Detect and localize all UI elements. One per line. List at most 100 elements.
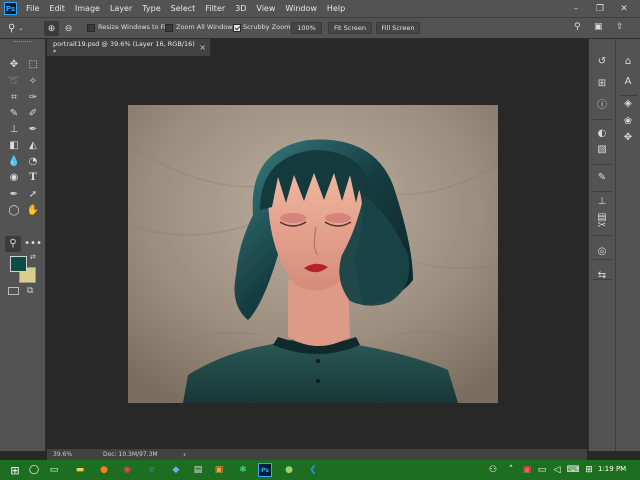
app-icon-4[interactable]: ✱: [236, 463, 250, 477]
menu-select[interactable]: Select: [166, 4, 201, 13]
info-panel-icon[interactable]: ⓘ: [594, 95, 610, 111]
close-tab-icon[interactable]: ×: [199, 43, 206, 52]
menu-type[interactable]: Type: [137, 4, 165, 13]
color-panel-icon[interactable]: ◐: [594, 125, 610, 141]
share-icon[interactable]: ⇪: [616, 22, 624, 32]
document-tab-title: portrait19.psd @ 39.6% (Layer 16, RGB/16…: [53, 39, 195, 56]
fill-screen-button[interactable]: Fill Screen: [376, 22, 420, 34]
tray-expand-icon[interactable]: ˄: [504, 463, 518, 477]
swatches-panel-icon[interactable]: ◎: [594, 243, 610, 259]
menu-view[interactable]: View: [251, 4, 280, 13]
pen-tool-icon[interactable]: ◉: [6, 170, 22, 186]
adjustments-panel-icon[interactable]: ▧: [594, 141, 610, 157]
firefox-icon[interactable]: ●: [97, 463, 111, 477]
blur-tool-icon[interactable]: 💧: [6, 154, 22, 170]
eyedropper-icon[interactable]: ✑: [25, 90, 41, 106]
app-icon-3[interactable]: ▣: [212, 463, 226, 477]
menu-3d[interactable]: 3D: [230, 4, 251, 13]
crop-tool-icon[interactable]: ⌗: [6, 90, 22, 106]
menu-edit[interactable]: Edit: [44, 4, 70, 13]
menu-file[interactable]: File: [21, 4, 44, 13]
menu-layer[interactable]: Layer: [105, 4, 137, 13]
workspace-icon[interactable]: ▣: [594, 22, 603, 32]
properties-panel-icon[interactable]: ⊞: [594, 75, 610, 91]
layers-panel-icon[interactable]: ◈: [620, 95, 636, 111]
healing-brush-icon[interactable]: ✎: [6, 106, 22, 122]
menu-window[interactable]: Window: [280, 4, 322, 13]
file-explorer-icon[interactable]: ▬: [73, 463, 87, 477]
move-tool-icon[interactable]: ✥: [6, 57, 22, 73]
edge-icon[interactable]: e: [145, 463, 159, 477]
resize-windows-checkbox[interactable]: [87, 24, 95, 32]
zoom-tool-icon[interactable]: ⚲: [5, 236, 21, 252]
path-selection-icon[interactable]: ✒: [6, 187, 22, 203]
cortana-icon[interactable]: ◯: [27, 463, 41, 477]
type-tool-icon[interactable]: T: [25, 170, 41, 186]
minimize-icon[interactable]: –: [566, 0, 586, 17]
task-view-icon[interactable]: ▭: [47, 463, 61, 477]
magic-wand-icon[interactable]: ✧: [25, 74, 41, 90]
app-icon-5[interactable]: ●: [282, 463, 296, 477]
zoom-percent-button[interactable]: 100%: [291, 22, 322, 34]
menu-filter[interactable]: Filter: [200, 4, 230, 13]
direct-selection-icon[interactable]: ➚: [25, 187, 41, 203]
zoom-level[interactable]: 39.6%: [53, 451, 72, 458]
character-panel-icon[interactable]: A: [620, 73, 636, 89]
panel-separator: [593, 259, 612, 260]
panel-dock-collapsed-2: ⌂ A ◈ ❀ ✥: [615, 39, 640, 451]
brush-tool-icon[interactable]: ✐: [25, 106, 41, 122]
paths-panel-icon-2[interactable]: ✥: [620, 129, 636, 145]
touch-keyboard-icon[interactable]: ⌨: [566, 463, 580, 477]
taskbar-clock[interactable]: 1:19 PM: [598, 465, 626, 473]
zoom-out-icon[interactable]: ⊖: [61, 21, 76, 36]
eraser-icon[interactable]: ◧: [6, 138, 22, 154]
maximize-icon[interactable]: ❐: [590, 0, 610, 17]
search-icon[interactable]: ⚲: [574, 22, 581, 32]
chrome-icon[interactable]: ◉: [120, 463, 134, 477]
network-icon[interactable]: ▭: [535, 463, 549, 477]
ellipse-tool-icon[interactable]: ◯: [6, 203, 22, 219]
channels-panel-icon[interactable]: ❀: [620, 113, 636, 129]
zoom-in-icon[interactable]: ⊕: [44, 21, 59, 36]
app-icon-1[interactable]: ◆: [169, 463, 183, 477]
history-panel-icon[interactable]: ↺: [594, 53, 610, 69]
photoshop-logo[interactable]: Ps: [4, 2, 17, 15]
paths-panel-icon[interactable]: ✂: [594, 217, 610, 233]
app-icon-2[interactable]: ▤: [191, 463, 205, 477]
fit-screen-button[interactable]: Fit Screen: [328, 22, 372, 34]
status-menu-arrow-icon[interactable]: ›: [183, 450, 186, 459]
swap-colors-icon[interactable]: ⇄: [30, 253, 36, 261]
document-tab[interactable]: portrait19.psd @ 39.6% (Layer 16, RGB/16…: [47, 39, 210, 56]
people-icon[interactable]: ⚇: [486, 463, 500, 477]
marquee-tool-icon[interactable]: ⬚: [25, 57, 41, 73]
zoom-all-windows-checkbox[interactable]: [165, 24, 173, 32]
clone-stamp-icon[interactable]: ⊥: [6, 122, 22, 138]
dodge-tool-icon[interactable]: ◔: [25, 154, 41, 170]
menu-image[interactable]: Image: [70, 4, 105, 13]
paint-bucket-icon[interactable]: ◭: [25, 138, 41, 154]
hand-tool-icon[interactable]: ✋: [25, 203, 41, 219]
libraries-panel-icon[interactable]: ⌂: [620, 53, 636, 69]
clone-source-panel-icon[interactable]: ⊥: [594, 193, 610, 209]
toolbar-grip[interactable]: [14, 41, 32, 45]
vscode-icon[interactable]: ❮: [306, 463, 320, 477]
history-brush-icon[interactable]: ✒: [25, 122, 41, 138]
screen-mode-icon[interactable]: ⧉: [27, 286, 33, 296]
windows-start-icon[interactable]: ⊞: [8, 463, 22, 477]
tray-app-icon[interactable]: ▣: [520, 463, 534, 477]
brush-panel-icon[interactable]: ✎: [594, 169, 610, 185]
portrait-artwork[interactable]: [127, 105, 499, 403]
foreground-color-swatch[interactable]: [10, 256, 27, 272]
quick-mask-icon[interactable]: [8, 287, 19, 295]
more-tools-icon[interactable]: •••: [24, 236, 42, 252]
menu-help[interactable]: Help: [322, 4, 350, 13]
zoom-tool-preset-icon[interactable]: ⚲ ⌄: [8, 21, 34, 35]
input-indicator-icon[interactable]: ⊞: [582, 463, 596, 477]
timeline-panel-icon[interactable]: ⇆: [594, 267, 610, 283]
scrubby-zoom-checkbox[interactable]: [233, 24, 241, 32]
volume-icon[interactable]: ◁: [550, 463, 564, 477]
menu-bar: Ps File Edit Image Layer Type Select Fil…: [0, 0, 640, 17]
close-icon[interactable]: ✕: [614, 0, 634, 17]
lasso-tool-icon[interactable]: ➰: [6, 74, 22, 90]
photoshop-taskbar-icon[interactable]: Ps: [258, 463, 272, 477]
